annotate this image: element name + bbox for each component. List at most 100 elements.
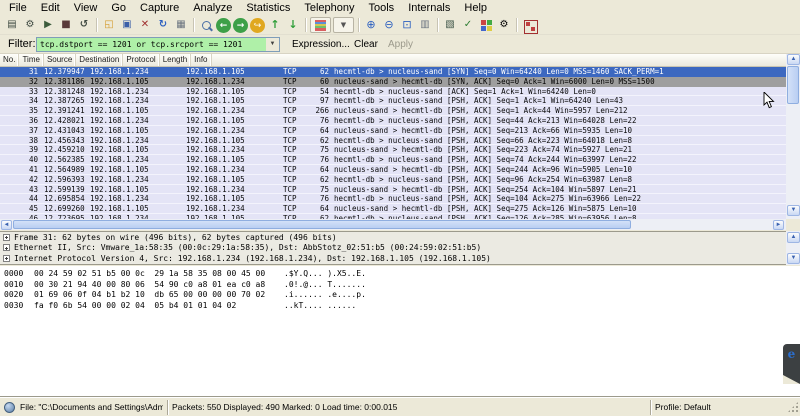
column-header[interactable]: Time: [19, 54, 43, 66]
menu-item[interactable]: Capture: [133, 1, 186, 15]
find-packet-icon[interactable]: [197, 17, 215, 33]
cell-no: 34: [0, 96, 42, 105]
go-to-packet-icon[interactable]: ↪: [250, 18, 265, 33]
packet-row[interactable]: 37 12.431043 192.168.1.105 192.168.1.234…: [0, 126, 786, 136]
column-header[interactable]: Source: [44, 54, 76, 66]
zoom-100-icon[interactable]: ⊡: [398, 17, 416, 33]
column-header[interactable]: Length: [160, 54, 191, 66]
packet-row[interactable]: 45 12.699260 192.168.1.105 192.168.1.234…: [0, 204, 786, 214]
packet-row[interactable]: 39 12.459210 192.168.1.105 192.168.1.234…: [0, 145, 786, 155]
detail-row[interactable]: Ethernet II, Src: Vmware_1a:58:35 (00:0c…: [0, 243, 800, 254]
menu-item[interactable]: Statistics: [239, 1, 297, 15]
cell-protocol: TCP: [281, 116, 310, 125]
display-filter-icon[interactable]: ✓: [459, 17, 477, 33]
menu-item[interactable]: View: [67, 1, 105, 15]
stop-capture-icon[interactable]: ■: [57, 17, 75, 33]
shortcut-glyph: e: [783, 344, 800, 364]
column-header[interactable]: No.: [0, 54, 19, 66]
expand-icon[interactable]: [3, 255, 10, 262]
cell-destination: 192.168.1.234: [184, 165, 281, 174]
packet-row[interactable]: 38 12.456343 192.168.1.234 192.168.1.105…: [0, 136, 786, 146]
go-back-icon[interactable]: ←: [216, 18, 231, 33]
menu-item[interactable]: Help: [457, 1, 494, 15]
hscroll-thumb[interactable]: [13, 220, 631, 229]
cell-length: 62: [310, 67, 332, 76]
help-icon[interactable]: [520, 17, 538, 33]
go-forward-icon[interactable]: →: [233, 18, 248, 33]
scroll-down-icon[interactable]: ▼: [787, 205, 800, 216]
desktop-shortcut-icon[interactable]: e: [783, 344, 800, 384]
apply-button[interactable]: Apply: [382, 39, 419, 50]
column-header[interactable]: Info: [191, 54, 211, 66]
resize-grip[interactable]: [787, 401, 799, 413]
expand-icon[interactable]: [3, 244, 10, 251]
coloring-rules-icon[interactable]: [477, 17, 495, 33]
colorize-toggle[interactable]: [310, 17, 331, 33]
resize-columns-icon[interactable]: ▥: [416, 17, 434, 33]
zoom-out-icon[interactable]: ⊖: [380, 17, 398, 33]
display-filter-input[interactable]: [37, 38, 266, 51]
scroll-down-icon[interactable]: ▼: [787, 253, 800, 264]
menu-item[interactable]: Edit: [34, 1, 67, 15]
clear-button[interactable]: Clear: [348, 39, 384, 50]
hex-bytes: 00 30 21 94 40 00 80 06 54 90 c0 a8 01 e…: [34, 280, 284, 291]
menu-item[interactable]: File: [2, 1, 34, 15]
cell-info: hecmtl-db > nucleus-sand [SYN] Seq=0 Win…: [332, 67, 786, 76]
packet-row[interactable]: 40 12.562385 192.168.1.234 192.168.1.105…: [0, 155, 786, 165]
capture-filter-icon[interactable]: ▧: [441, 17, 459, 33]
list-interfaces-icon[interactable]: ▤: [3, 17, 21, 33]
packet-row[interactable]: 42 12.596393 192.168.1.234 192.168.1.105…: [0, 175, 786, 185]
column-header[interactable]: Destination: [76, 54, 123, 66]
scroll-up-icon[interactable]: ▲: [787, 232, 800, 243]
menu-item[interactable]: Go: [104, 1, 133, 15]
expression-button[interactable]: Expression...: [286, 39, 356, 50]
menu-item[interactable]: Tools: [362, 1, 402, 15]
go-top-icon[interactable]: ↑: [266, 17, 284, 33]
detail-row[interactable]: Internet Protocol Version 4, Src: 192.16…: [0, 253, 800, 264]
cell-time: 12.456343: [42, 136, 88, 145]
packet-row[interactable]: 41 12.564989 192.168.1.105 192.168.1.234…: [0, 165, 786, 175]
packet-list-header: No.TimeSourceDestinationProtocolLengthIn…: [0, 54, 786, 67]
packet-row[interactable]: 31 12.379947 192.168.1.234 192.168.1.105…: [0, 67, 786, 77]
start-capture-icon[interactable]: ▶: [39, 17, 57, 33]
scroll-up-icon[interactable]: ▲: [787, 54, 800, 65]
open-file-icon[interactable]: ◱: [100, 17, 118, 33]
packet-row[interactable]: 43 12.599139 192.168.1.105 192.168.1.234…: [0, 185, 786, 195]
packet-row[interactable]: 35 12.391241 192.168.1.105 192.168.1.234…: [0, 106, 786, 116]
packet-row[interactable]: 36 12.428021 192.168.1.234 192.168.1.105…: [0, 116, 786, 126]
expand-icon[interactable]: [3, 234, 10, 241]
autoscroll-toggle[interactable]: ▼: [333, 17, 354, 33]
preferences-icon[interactable]: ⚙: [495, 17, 513, 33]
expert-info-icon[interactable]: [4, 402, 15, 413]
vscroll-thumb[interactable]: [787, 66, 799, 104]
column-header[interactable]: Protocol: [123, 54, 159, 66]
cell-source: 192.168.1.105: [88, 106, 184, 115]
restart-capture-icon[interactable]: ↺: [75, 17, 93, 33]
zoom-in-icon[interactable]: ⊕: [362, 17, 380, 33]
menu-item[interactable]: Internals: [401, 1, 457, 15]
cell-no: 45: [0, 204, 42, 213]
packet-row[interactable]: 34 12.387265 192.168.1.234 192.168.1.105…: [0, 96, 786, 106]
menu-item[interactable]: Analyze: [186, 1, 239, 15]
cell-destination: 192.168.1.105: [184, 175, 281, 184]
print-icon[interactable]: ▦: [172, 17, 190, 33]
cell-no: 42: [0, 175, 42, 184]
close-file-icon[interactable]: ✕: [136, 17, 154, 33]
capture-options-icon[interactable]: ⚙: [21, 17, 39, 33]
packet-details-pane: Frame 31: 62 bytes on wire (496 bits), 6…: [0, 231, 800, 265]
packet-row[interactable]: 32 12.381186 192.168.1.105 192.168.1.234…: [0, 77, 786, 87]
toolbar-separator: [513, 17, 520, 33]
packet-row[interactable]: 44 12.695854 192.168.1.234 192.168.1.105…: [0, 194, 786, 204]
hex-offset: 0010: [0, 280, 34, 291]
save-file-icon[interactable]: ▣: [118, 17, 136, 33]
hex-dump-pane[interactable]: 0000 00 24 59 02 51 b5 00 0c 29 1a 58 35…: [0, 266, 800, 397]
menu-item[interactable]: Telephony: [297, 1, 361, 15]
detail-row[interactable]: Frame 31: 62 bytes on wire (496 bits), 6…: [0, 232, 800, 243]
go-bottom-icon[interactable]: ↓: [284, 17, 302, 33]
scroll-left-icon[interactable]: ◄: [1, 220, 12, 230]
filter-dropdown-icon[interactable]: ▼: [266, 38, 279, 51]
packet-row[interactable]: 33 12.381248 192.168.1.234 192.168.1.105…: [0, 87, 786, 97]
cell-length: 75: [310, 185, 332, 194]
scroll-right-icon[interactable]: ►: [773, 220, 784, 230]
reload-icon[interactable]: ↻: [154, 17, 172, 33]
